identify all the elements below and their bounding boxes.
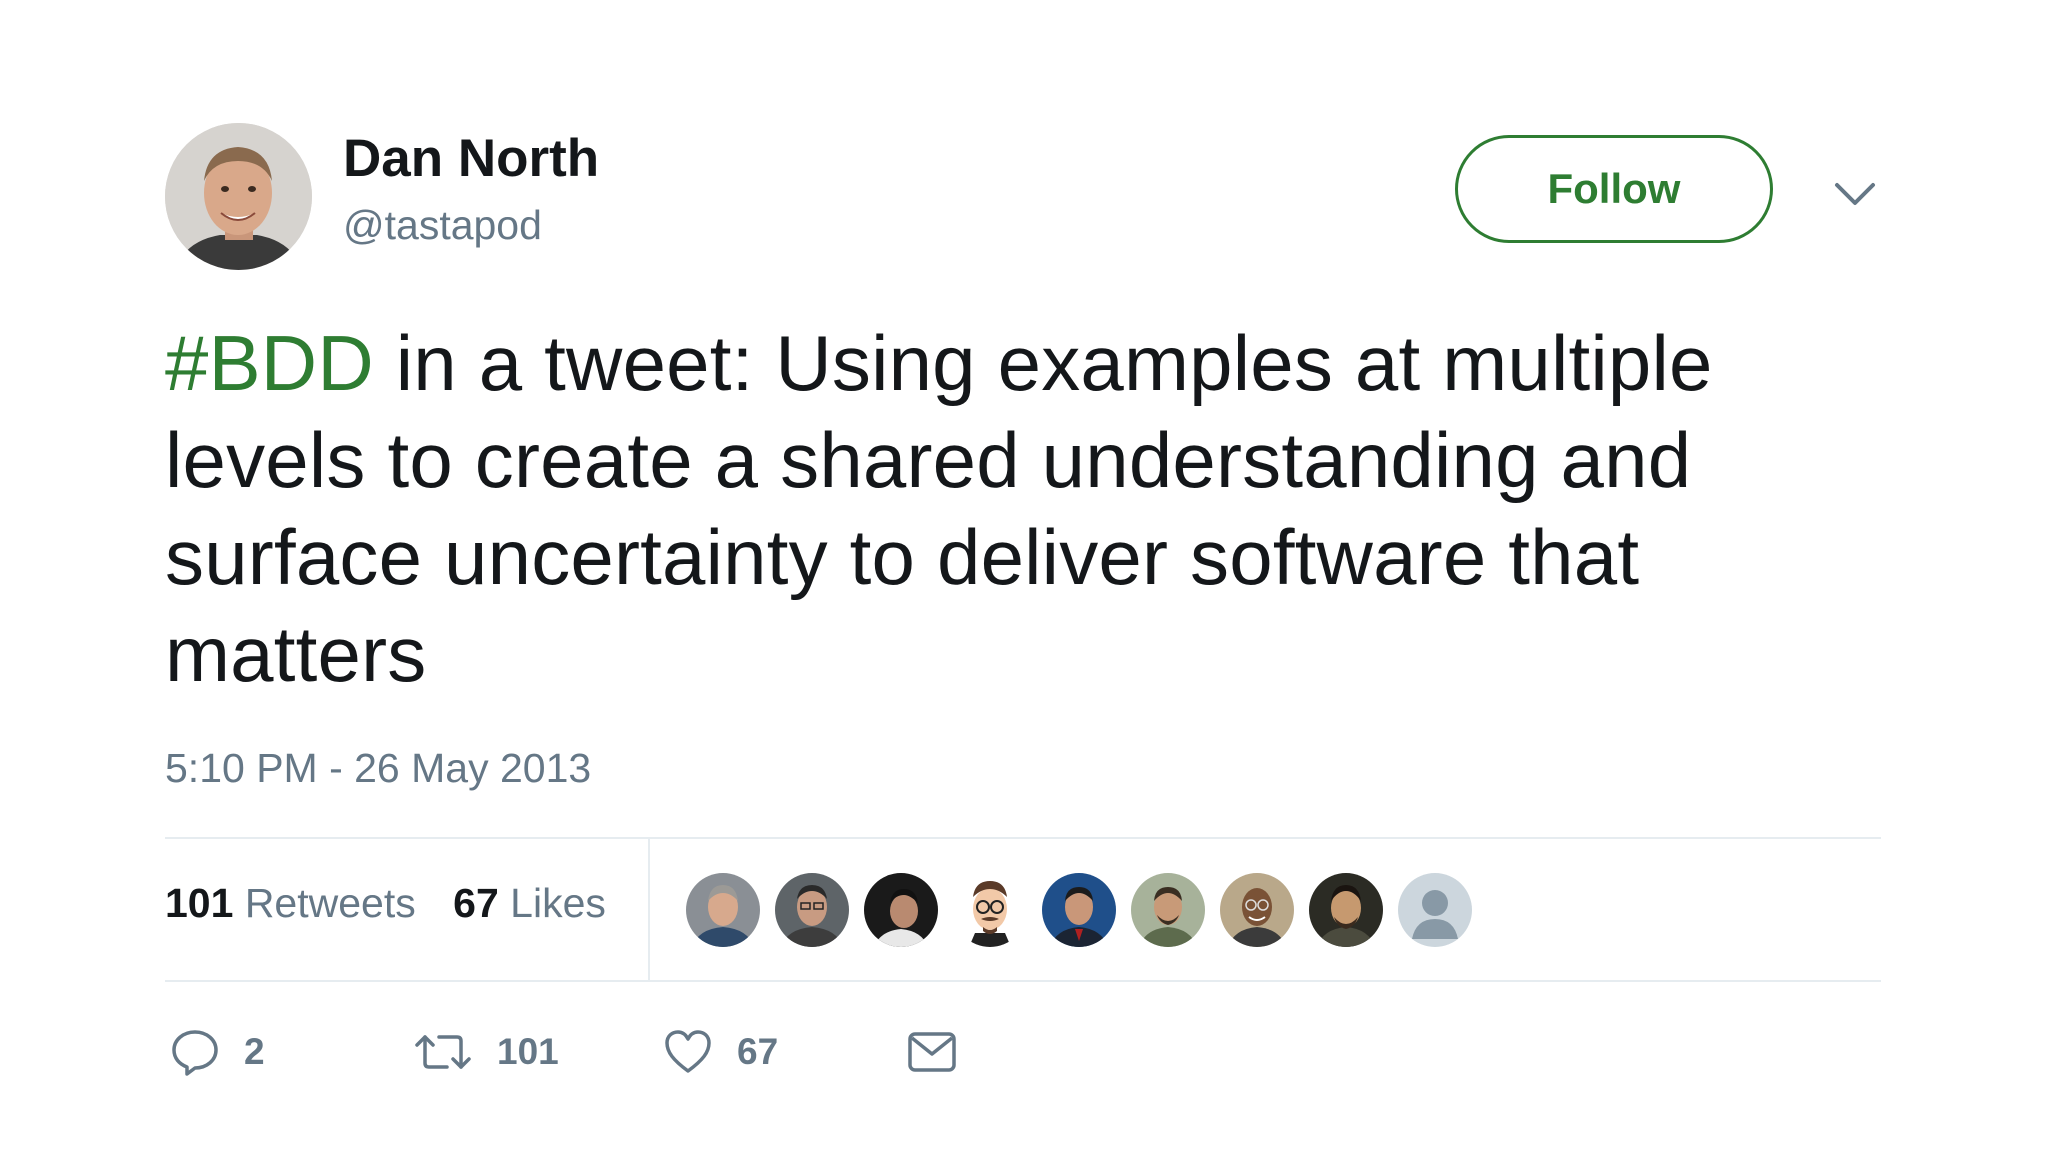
- retweet-count: 101: [497, 1031, 559, 1072]
- retweet-icon: [415, 1035, 471, 1069]
- liker-avatar[interactable]: [1398, 873, 1472, 947]
- reply-icon: [172, 1030, 218, 1076]
- liker-avatar[interactable]: [1042, 873, 1116, 947]
- retweet-button[interactable]: 101: [413, 1022, 559, 1082]
- tweet-body: in a tweet: Using examples at multiple l…: [165, 319, 1713, 698]
- tweet-text: #BDD in a tweet: Using examples at multi…: [165, 315, 1905, 703]
- heart-icon: [665, 1030, 711, 1073]
- author-display-name[interactable]: Dan North: [343, 128, 599, 189]
- retweets-label: Retweets: [244, 880, 416, 926]
- liker-avatar[interactable]: [775, 873, 849, 947]
- follow-button[interactable]: Follow: [1455, 135, 1773, 243]
- direct-message-button[interactable]: [906, 1022, 958, 1082]
- liker-avatar[interactable]: [686, 873, 760, 947]
- likers-avatars: [686, 873, 1472, 947]
- likes-label: Likes: [510, 880, 606, 926]
- liker-avatar[interactable]: [864, 873, 938, 947]
- divider: [165, 837, 1881, 839]
- cartoon-avatar-icon: [953, 873, 1027, 947]
- envelope-icon: [908, 1032, 956, 1072]
- user-photo-icon: [686, 873, 760, 947]
- liker-avatar[interactable]: [1131, 873, 1205, 947]
- liker-avatar[interactable]: [953, 873, 1027, 947]
- tweet-timestamp[interactable]: 5:10 PM - 26 May 2013: [165, 745, 591, 792]
- reply-button[interactable]: 2: [170, 1022, 265, 1082]
- likes-count: 67: [453, 880, 499, 926]
- user-photo-icon: [775, 873, 849, 947]
- liker-avatar[interactable]: [1220, 873, 1294, 947]
- author-handle[interactable]: @tastapod: [343, 202, 542, 249]
- user-photo-icon: [1131, 873, 1205, 947]
- default-avatar-icon: [1398, 873, 1472, 947]
- user-photo-icon: [165, 123, 312, 270]
- liker-avatar[interactable]: [1309, 873, 1383, 947]
- user-photo-icon: [864, 873, 938, 947]
- divider: [648, 837, 650, 982]
- retweets-count: 101: [165, 880, 234, 926]
- divider: [165, 980, 1881, 982]
- like-button[interactable]: 67: [663, 1022, 778, 1082]
- retweets-stat[interactable]: 101 Retweets: [165, 880, 416, 927]
- chevron-down-icon[interactable]: [1833, 180, 1877, 208]
- user-photo-icon: [1220, 873, 1294, 947]
- reply-count: 2: [244, 1031, 265, 1072]
- likes-stat[interactable]: 67 Likes: [453, 880, 606, 927]
- tweet-card: Dan North @tastapod Follow #BDD in a twe…: [0, 0, 2048, 1152]
- like-count: 67: [737, 1031, 779, 1072]
- user-photo-icon: [1309, 873, 1383, 947]
- hashtag-link[interactable]: #BDD: [165, 319, 374, 407]
- author-avatar[interactable]: [165, 123, 312, 270]
- user-photo-icon: [1042, 873, 1116, 947]
- tweet-stats: 101 Retweets 67 Likes: [165, 880, 632, 927]
